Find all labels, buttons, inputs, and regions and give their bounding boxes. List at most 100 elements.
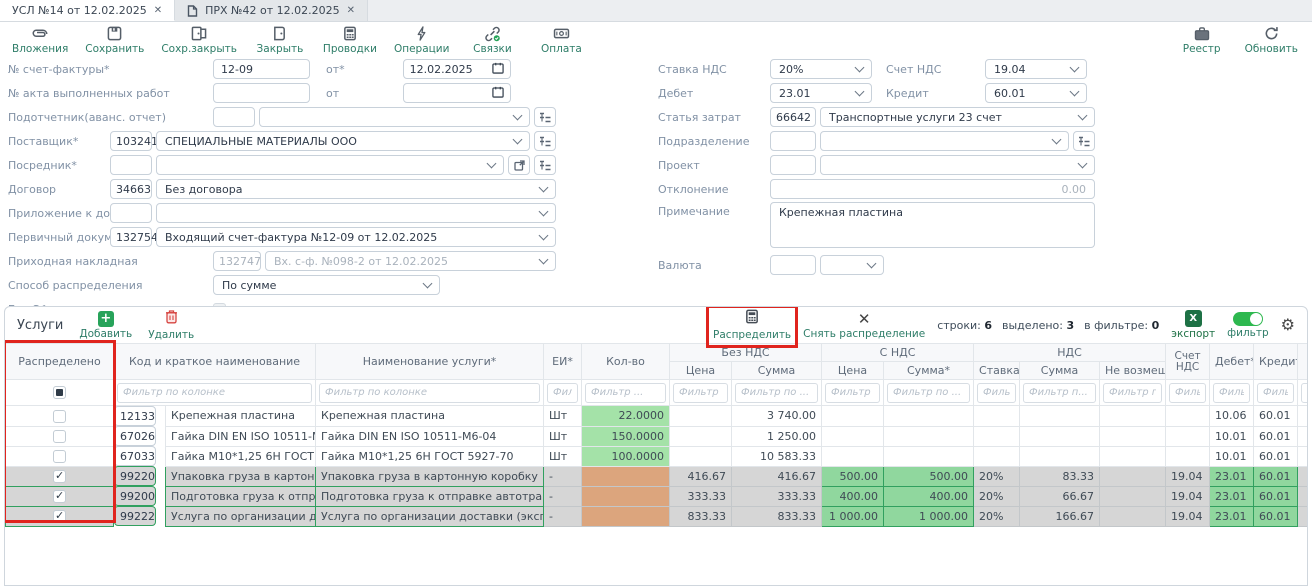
accountable-select[interactable]	[259, 107, 530, 127]
col-service-name[interactable]: Наименование услуги*	[316, 344, 544, 380]
col-sum-gross[interactable]: Сумма*	[884, 362, 974, 380]
tab-prh-document[interactable]: ПРХ №42 от 12.02.2025 ✕	[175, 0, 368, 21]
links-button[interactable]: Связки	[466, 26, 518, 55]
filter-input-credit[interactable]	[1257, 383, 1294, 403]
tree-select-button[interactable]	[534, 107, 556, 127]
close-icon[interactable]: ✕	[154, 5, 162, 16]
primary-doc-code[interactable]: 132754	[110, 227, 152, 247]
filter-input-vat-rate[interactable]	[977, 383, 1016, 403]
invoice-date-input[interactable]	[410, 63, 480, 76]
filter-input-non-refund[interactable]	[1103, 383, 1162, 403]
close-button[interactable]: Закрыть	[254, 26, 306, 55]
note-textarea[interactable]: Крепежная пластина	[770, 202, 1095, 248]
close-icon[interactable]: ✕	[347, 5, 355, 16]
save-button[interactable]: Сохранить	[85, 26, 144, 55]
mediator-select[interactable]	[156, 155, 504, 175]
mediator-code[interactable]	[110, 155, 152, 175]
contract-annex-code[interactable]	[110, 203, 152, 223]
invoice-number-input[interactable]	[213, 59, 310, 79]
calendar-icon[interactable]	[492, 86, 504, 101]
export-excel-button[interactable]: X экспорт	[1171, 310, 1215, 340]
toggle-on-icon[interactable]	[1233, 312, 1263, 326]
table-row[interactable]: 67033 Гайка М10*1,25 6Н ГОСТ 5927-70 Гай…	[6, 446, 1309, 466]
tree-select-button[interactable]	[534, 155, 556, 175]
col-qty[interactable]: Кол-во	[582, 344, 670, 380]
filter-input-price-gross[interactable]	[825, 383, 880, 403]
vat-account-select[interactable]: 19.04	[985, 59, 1087, 79]
col-distributed[interactable]: Распределено	[6, 344, 114, 380]
operations-button[interactable]: Операции	[394, 26, 449, 55]
undistribute-button[interactable]: ✕ Снять распределение	[803, 311, 925, 340]
cost-item-select[interactable]: Транспортные услуги 23 счет	[820, 107, 1095, 127]
credit-select[interactable]: 60.01	[985, 83, 1087, 103]
filter-input-sum-gross[interactable]	[887, 383, 970, 403]
filter-input-partial[interactable]	[1301, 383, 1308, 403]
currency-select[interactable]	[820, 255, 884, 275]
row-checkbox[interactable]	[53, 410, 66, 423]
col-debit[interactable]: Дебет*	[1210, 344, 1254, 380]
distribution-method-select[interactable]: По сумме	[213, 275, 440, 295]
invoice-date-field[interactable]	[403, 59, 511, 79]
add-row-button[interactable]: + Добавить	[79, 311, 132, 340]
contract-select[interactable]: Без договора	[156, 179, 556, 199]
refresh-button[interactable]: Обновить	[1245, 26, 1298, 55]
filter-input-unit[interactable]	[547, 383, 578, 403]
gear-icon[interactable]: ⚙	[1281, 317, 1295, 333]
filter-input-price-net[interactable]	[673, 383, 728, 403]
payment-button[interactable]: Оплата	[535, 26, 587, 55]
filter-input-vat-account[interactable]	[1169, 383, 1206, 403]
project-select[interactable]	[820, 155, 1095, 175]
row-checkbox[interactable]	[53, 470, 66, 483]
col-credit[interactable]: Кредит	[1254, 344, 1298, 380]
registry-button[interactable]: Реестр	[1176, 26, 1228, 55]
row-checkbox[interactable]	[53, 430, 66, 443]
tree-select-button[interactable]	[1073, 131, 1095, 151]
filter-input-code-name[interactable]	[117, 383, 312, 403]
delete-row-button[interactable]: Удалить	[148, 309, 194, 341]
filter-input-vat-sum[interactable]	[1023, 383, 1096, 403]
currency-code[interactable]	[770, 255, 816, 275]
col-vat-sum[interactable]: Сумма	[1020, 362, 1100, 380]
col-price-net[interactable]: Цена	[670, 362, 732, 380]
filter-input-service-name[interactable]	[319, 383, 540, 403]
department-code[interactable]	[770, 131, 816, 151]
col-sum-net[interactable]: Сумма	[732, 362, 822, 380]
attachments-button[interactable]: Вложения	[12, 26, 68, 55]
tab-usl-document[interactable]: УСЛ №14 от 12.02.2025 ✕	[0, 0, 175, 21]
col-non-refund[interactable]: Не возмещ.	[1100, 362, 1166, 380]
accountable-code[interactable]	[213, 107, 255, 127]
tree-select-button[interactable]	[534, 131, 556, 151]
filter-input-qty[interactable]	[585, 383, 666, 403]
filter-input-debit[interactable]	[1213, 383, 1250, 403]
postings-button[interactable]: Проводки	[323, 26, 377, 55]
filter-input-sum-net[interactable]	[735, 383, 818, 403]
supplier-code[interactable]: 103241	[110, 131, 152, 151]
table-row[interactable]: 121337 Крепежная пластина Крепежная плас…	[6, 406, 1309, 427]
contract-annex-select[interactable]	[156, 203, 556, 223]
col-code-name[interactable]: Код и краткое наименование	[114, 344, 316, 380]
select-all-checkbox[interactable]	[53, 386, 66, 399]
row-checkbox[interactable]	[53, 490, 66, 503]
department-select[interactable]	[820, 131, 1069, 151]
col-price-gross[interactable]: Цена	[822, 362, 884, 380]
save-close-button[interactable]: Сохр.закрыть	[161, 26, 237, 55]
distribute-button[interactable]: Распределить	[713, 309, 791, 341]
table-row[interactable]: 99220 Упаковка груза в картонную коробку…	[6, 466, 1309, 486]
table-row[interactable]: 99222 Услуга по организации доставки (эк…	[6, 506, 1309, 526]
col-vat-account[interactable]: Счет НДС	[1166, 344, 1210, 380]
filter-toggle[interactable]: фильтр	[1227, 312, 1268, 339]
act-date-field[interactable]	[403, 83, 511, 103]
table-row[interactable]: 99200 Подготовка груза к отправке автотр…	[6, 486, 1309, 506]
supplier-select[interactable]: СПЕЦИАЛЬНЫЕ МАТЕРИАЛЫ ООО	[156, 131, 530, 151]
row-checkbox[interactable]	[53, 450, 66, 463]
col-unit[interactable]: ЕИ*	[544, 344, 582, 380]
vat-rate-select[interactable]: 20%	[770, 59, 872, 79]
debit-select[interactable]: 23.01	[770, 83, 872, 103]
cost-item-code[interactable]: 66642	[770, 107, 816, 127]
act-date-input[interactable]	[410, 87, 480, 100]
table-row[interactable]: 67026 Гайка DIN EN ISO 10511-М6-04 Гайка…	[6, 426, 1309, 446]
contract-code[interactable]: 34663	[110, 179, 152, 199]
row-checkbox[interactable]	[53, 510, 66, 523]
project-code[interactable]	[770, 155, 816, 175]
act-number-input[interactable]	[213, 83, 310, 103]
